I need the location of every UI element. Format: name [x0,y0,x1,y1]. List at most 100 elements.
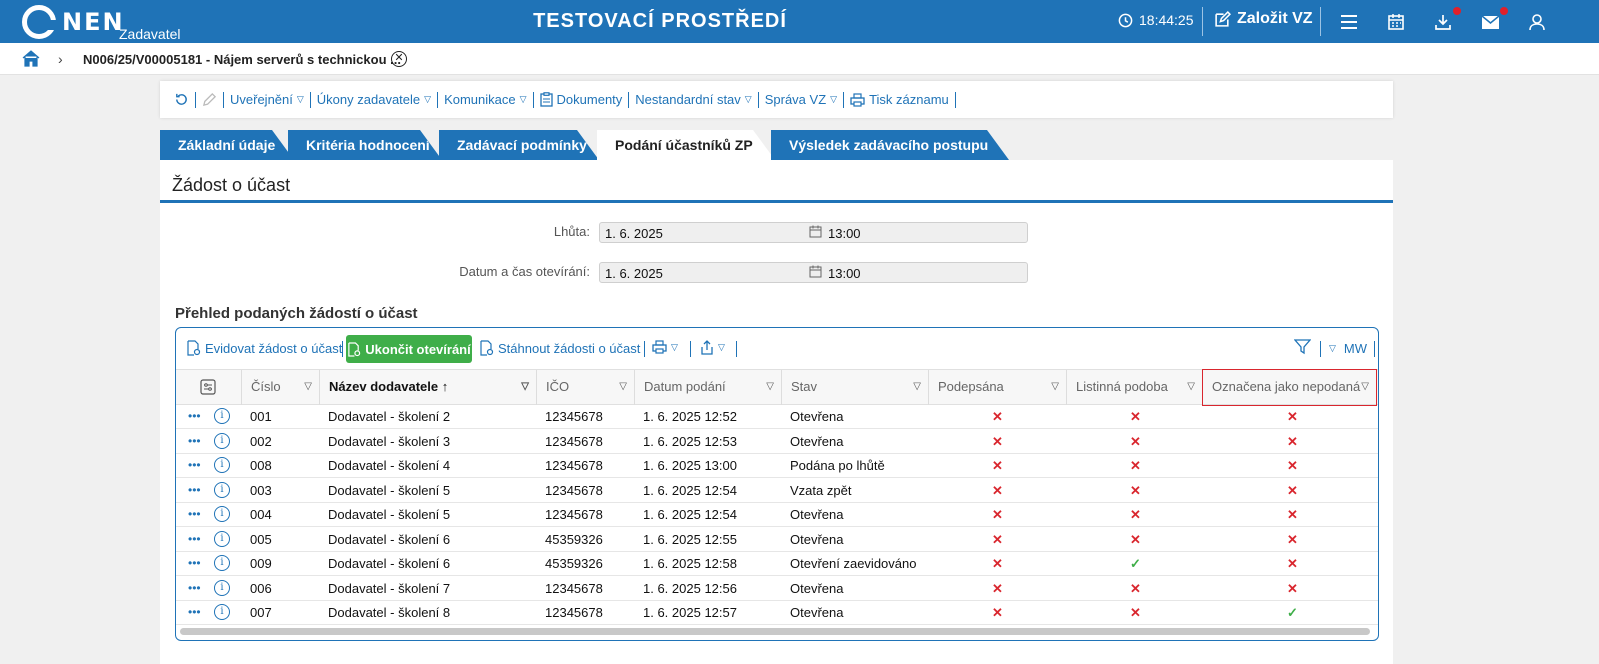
download-requests-button[interactable]: Stáhnout žádosti o účast [479,340,640,356]
calendar-icon[interactable] [1384,10,1408,34]
info-icon[interactable]: i [214,579,230,596]
menu-icon[interactable] [1337,10,1361,34]
tab-podani-ucastniku[interactable]: Podání účastníků ZP [597,130,775,160]
more-options-icon[interactable]: ••• [188,434,201,448]
session-timer: 18:44:25 [1118,12,1194,28]
table-row[interactable]: ••• i 005 Dodavatel - školení 6 45359326 1. 6… [176,528,1378,552]
column-filter-icon[interactable]: ▽ [1361,370,1369,404]
divider [160,200,1393,203]
info-icon[interactable]: i [214,481,230,498]
column-settings-button[interactable] [176,370,241,405]
cell-cislo: 008 [250,458,272,473]
column-filter-icon[interactable]: ▽ [913,370,921,404]
table-row[interactable]: ••• i 009 Dodavatel - školení 6 45359326 1. 6… [176,552,1378,576]
breadcrumb-title[interactable]: N006/25/V00005181 - Nájem serverů s tech… [83,52,401,67]
separator [1374,341,1375,357]
session-time: 18:44:25 [1139,12,1194,28]
menu-tisk-zaznamu[interactable]: Tisk záznamu [844,91,956,108]
more-options-icon[interactable]: ••• [188,556,201,570]
tab-kriteria-hodnoceni[interactable]: Kritéria hodnocení [288,130,442,160]
menu-label: Tisk záznamu [869,92,949,107]
close-icon[interactable]: ✕ [391,51,407,67]
menu-ukony-zadavatele[interactable]: Úkony zadavatele ▽ [311,91,439,108]
cell-datum: 1. 6. 2025 12:54 [643,482,737,498]
more-options-icon[interactable]: ••• [188,532,201,546]
pencil-icon [202,92,217,107]
table-row[interactable]: ••• i 006 Dodavatel - školení 7 12345678 1. 6… [176,577,1378,601]
table-row[interactable]: ••• i 003 Dodavatel - školení 5 12345678 1. 6… [176,479,1378,503]
horizontal-scrollbar[interactable] [180,628,1370,635]
info-icon[interactable]: i [214,506,230,522]
cell-nazev: Dodavatel - školení 5 [328,482,451,498]
cell-datum: 1. 6. 2025 12:52 [643,409,737,424]
cell-ico: 12345678 [545,580,603,596]
more-options-icon[interactable]: ••• [188,605,201,619]
column-header-ico[interactable]: IČO ▽ [536,370,634,405]
menu-komunikace[interactable]: Komunikace ▽ [438,91,534,108]
edit-button[interactable] [196,91,224,108]
cell-ico: 12345678 [545,409,603,424]
cell-cislo: 009 [250,556,272,571]
more-options-icon[interactable]: ••• [188,507,201,521]
column-filter-icon[interactable]: ▽ [1187,370,1195,404]
column-label: IČO [546,379,570,394]
column-header-nazev[interactable]: Název dodavatele ↑ ▽ [319,370,536,405]
menu-uverejneni[interactable]: Uveřejnění ▽ [224,91,311,108]
info-icon[interactable]: i [214,408,230,424]
export-menu-button[interactable]: ▽ [700,340,725,355]
more-options-icon[interactable]: ••• [188,483,201,497]
column-filter-icon[interactable]: ▽ [521,370,529,404]
column-filter-icon[interactable]: ▽ [304,370,312,404]
table-row[interactable]: ••• i 004 Dodavatel - školení 5 12345678 1. 6… [176,503,1378,527]
home-icon[interactable] [22,50,40,72]
column-header-stav[interactable]: Stav ▽ [781,370,928,405]
cell-stav: Otevřena [790,507,844,522]
table-row[interactable]: ••• i 002 Dodavatel - školení 3 12345678 1. 6… [176,430,1378,454]
column-header-podepsana[interactable]: Podepsána ▽ [928,370,1066,405]
register-request-button[interactable]: Evidovat žádost o účast [186,340,342,356]
tab-vysledek[interactable]: Výsledek zadávacího postupu [771,130,1009,160]
table-row[interactable]: ••• i 007 Dodavatel - školení 8 12345678 1. 6… [176,601,1378,625]
mail-icon[interactable] [1478,7,1508,34]
info-icon[interactable]: i [214,555,230,571]
more-options-icon[interactable]: ••• [188,581,201,595]
column-filter-icon[interactable]: ▽ [1051,370,1059,404]
info-icon[interactable]: i [214,604,230,620]
opening-label: Datum a čas otevírání: [459,264,590,279]
create-vz-button[interactable]: Založit VZ [1214,10,1313,28]
menu-nestandardni-stav[interactable]: Nestandardní stav ▽ [629,91,759,108]
menu-label: Komunikace [444,92,516,107]
dropdown-triangle-icon: ▽ [744,94,752,104]
cell-ico: 12345678 [545,433,603,449]
cell-nepodana-cross-icon: ✕ [1287,409,1298,424]
clipboard-icon [539,92,553,107]
table-row[interactable]: ••• i 001 Dodavatel - školení 2 12345678 1. 6… [176,405,1378,429]
cell-nepodana-check-icon: ✓ [1287,605,1298,620]
clock-icon [1118,13,1133,27]
table-row[interactable]: ••• i 008 Dodavatel - školení 4 12345678 1. 6… [176,454,1378,478]
menu-dokumenty[interactable]: Dokumenty [534,91,630,108]
column-header-nepodana[interactable]: Označena jako nepodaná ▽ [1202,369,1377,406]
more-options-icon[interactable]: ••• [188,458,201,472]
download-icon[interactable] [1431,7,1461,34]
info-icon[interactable]: i [214,432,230,449]
user-icon[interactable] [1525,10,1549,34]
more-options-icon[interactable]: ••• [188,409,201,423]
filter-icon[interactable] [1294,339,1311,355]
menu-sprava-vz[interactable]: Správa VZ ▽ [759,91,845,108]
tab-zadavaci-podminky[interactable]: Zadávací podmínky [439,130,599,160]
finish-opening-button[interactable]: Ukončit otevírání [346,335,472,363]
column-width-menu[interactable]: ▽ MW [1329,341,1367,356]
info-icon[interactable]: i [214,457,230,473]
cell-cislo: 005 [250,531,272,547]
refresh-button[interactable] [168,91,196,108]
column-header-cislo[interactable]: Číslo ▽ [241,370,319,405]
column-header-listinna[interactable]: Listinná podoba ▽ [1066,370,1202,405]
print-menu-button[interactable]: ▽ [652,340,678,354]
column-filter-icon[interactable]: ▽ [619,370,627,404]
column-header-datum[interactable]: Datum podání ▽ [634,370,781,405]
sort-ascending-icon: ↑ [441,379,449,394]
tab-zakladni-udaje[interactable]: Základní údaje [160,130,294,160]
column-filter-icon[interactable]: ▽ [766,370,774,404]
info-icon[interactable]: i [214,530,230,547]
